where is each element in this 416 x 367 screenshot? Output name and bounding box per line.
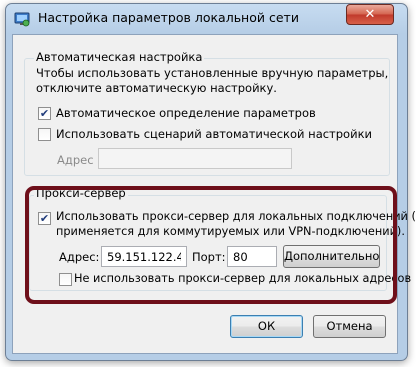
- use-script-label[interactable]: Использовать сценарий автоматической нас…: [56, 127, 372, 141]
- proxy-address-label: Адрес:: [59, 250, 100, 264]
- use-proxy-label-line1[interactable]: Использовать прокси-сервер для локальных…: [56, 210, 416, 223]
- network-settings-icon: [14, 12, 30, 27]
- checkmark-icon: ✔: [39, 107, 50, 120]
- bypass-local-label[interactable]: Не использовать прокси-сервер для локаль…: [74, 272, 411, 285]
- proxy-legend: Прокси-сервер: [34, 186, 128, 200]
- checkmark-icon: ✔: [39, 212, 50, 225]
- auto-config-description-line2: отключите автоматическую настройку.: [36, 81, 277, 95]
- auto-detect-checkbox[interactable]: ✔: [38, 107, 51, 120]
- proxy-address-input[interactable]: [101, 246, 187, 267]
- bypass-local-checkbox[interactable]: [59, 273, 72, 286]
- script-address-label: Адрес: [57, 153, 94, 167]
- use-script-checkbox[interactable]: [38, 128, 51, 141]
- close-button[interactable]: ✕: [346, 4, 394, 25]
- ok-button[interactable]: ОК: [230, 315, 303, 338]
- proxy-port-input[interactable]: [227, 246, 277, 267]
- advanced-button[interactable]: Дополнительно: [283, 245, 380, 268]
- auto-detect-label[interactable]: Автоматическое определение параметров: [56, 106, 316, 120]
- script-address-input[interactable]: [98, 148, 292, 169]
- auto-config-description-line1: Чтобы использовать установленные вручную…: [36, 66, 389, 80]
- cancel-button[interactable]: Отмена: [313, 315, 386, 338]
- window-title: Настройка параметров локальной сети: [38, 10, 299, 25]
- use-proxy-label-line2[interactable]: применяется для коммутируемых или VPN-по…: [56, 225, 405, 238]
- use-proxy-checkbox[interactable]: ✔: [38, 212, 51, 225]
- proxy-port-label: Порт:: [192, 250, 226, 264]
- auto-config-legend: Автоматическая настройка: [34, 50, 205, 64]
